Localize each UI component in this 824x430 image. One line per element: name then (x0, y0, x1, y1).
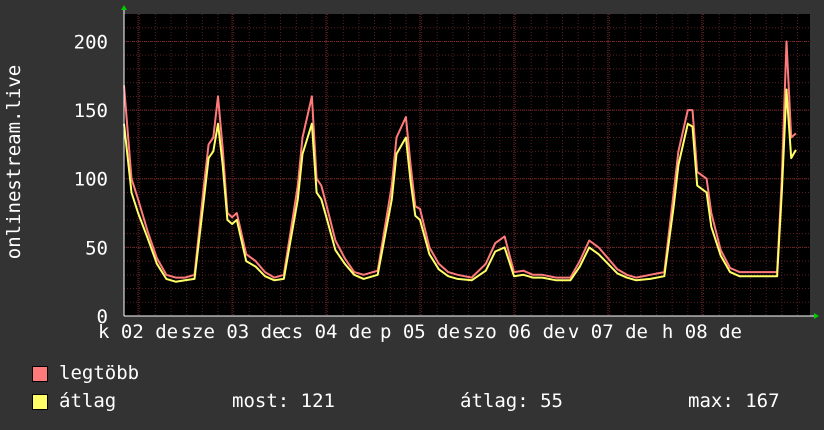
stat-now: most: 121 (232, 390, 335, 412)
x-tick-label: sze 03 de (181, 321, 284, 343)
legend-swatch-max (32, 366, 48, 382)
y-axis-arrow (121, 5, 127, 10)
legend-swatch-avg (32, 394, 48, 410)
stat-max-label: max: (688, 390, 734, 412)
stat-now-value: 121 (300, 390, 335, 412)
x-tick-label: cs 04 de (280, 321, 372, 343)
x-tick-label: p 05 de (380, 321, 460, 343)
stat-max: max: 167 (688, 390, 780, 412)
x-tick-label: szo 06 de (463, 321, 566, 343)
stat-now-label: most: (232, 390, 290, 412)
x-tick-label: h 08 de (662, 321, 742, 343)
y-axis-label: onlinestream.live (0, 0, 30, 340)
y-tick-label: 50 (85, 237, 108, 259)
x-tick-label: v 07 de (568, 321, 648, 343)
y-tick-label: 150 (74, 100, 108, 122)
y-tick-label: 200 (74, 31, 108, 53)
x-axis-arrow (814, 313, 819, 319)
y-tick-label: 100 (74, 169, 108, 191)
legend-item-avg: átlag most: 121 átlag: 55 max: 167 (32, 390, 812, 414)
y-axis-label-text: onlinestream.live (3, 64, 25, 260)
stat-avg-value: 55 (540, 390, 563, 412)
stat-avg-label: átlag: (460, 390, 529, 412)
legend-label-max: legtöbb (59, 362, 140, 384)
chart-canvas: 050100150200k 02 de sze 03 decs 04 de p 05… (74, 5, 819, 343)
stat-max-value: 167 (745, 390, 780, 412)
stat-avg: átlag: 55 (460, 390, 563, 412)
x-tick-label: k 02 de (98, 321, 178, 343)
legend-label-avg: átlag (59, 390, 117, 412)
